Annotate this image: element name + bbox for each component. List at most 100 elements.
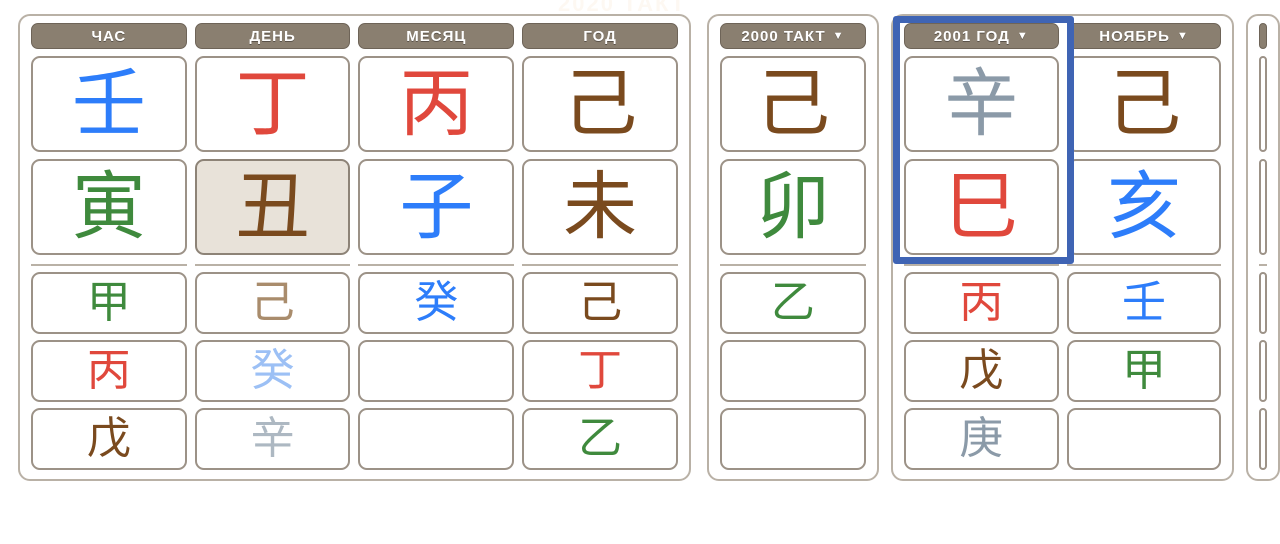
hidden-stem-cell[interactable] [358, 340, 515, 402]
heavenly-stem-glyph: 丙 [399, 61, 474, 147]
heavenly-stem-cell[interactable]: 己 [1066, 56, 1222, 152]
hidden-stem-glyph: 丙 [86, 345, 131, 396]
bazi-chart-stage: ЧАС 壬寅甲丙戊 ДЕНЬ 丁丑己癸辛 МЕСЯЦ 丙子癸 ГОД 己未己丁乙 2000 Т… [0, 0, 1280, 544]
section-divider [1259, 264, 1268, 266]
column-header-partial[interactable] [1259, 23, 1268, 49]
column-header-label: ДЕНЬ [249, 27, 296, 45]
hidden-stem-glyph: 戊 [86, 413, 131, 464]
earthly-branch-cell[interactable]: 未 [522, 159, 678, 255]
column-header-2000-такт[interactable]: 2000 ТАКТ ▼ [719, 23, 866, 49]
heavenly-stem-cell[interactable]: 丁 [194, 56, 351, 152]
hidden-stem-cell[interactable] [358, 408, 515, 470]
heavenly-stem-cell[interactable]: 壬 [31, 56, 187, 152]
column-header-label: ГОД [583, 27, 617, 45]
section-divider [522, 264, 678, 266]
hidden-stem-cell[interactable]: 辛 [194, 408, 351, 470]
heavenly-stem-cell[interactable]: 丙 [358, 56, 515, 152]
hidden-stem-cell[interactable]: 壬 [1066, 272, 1222, 334]
hidden-stem-cell-partial[interactable] [1259, 340, 1268, 402]
chevron-down-icon[interactable]: ▼ [1177, 30, 1189, 42]
hidden-stem-glyph: 壬 [1122, 277, 1167, 328]
column-header-label: 2000 ТАКТ [741, 27, 826, 45]
hidden-stem-cell[interactable] [719, 408, 866, 470]
hidden-stem-cell[interactable]: 戊 [31, 408, 187, 470]
hidden-stem-cell[interactable] [719, 340, 866, 402]
column-header-2001-год[interactable]: 2001 ГОД ▼ [903, 23, 1059, 49]
hidden-stem-glyph: 乙 [578, 413, 623, 464]
hidden-stem-cell[interactable]: 己 [194, 272, 351, 334]
pillar-column-2001-год: 2001 ГОД ▼ 辛巳丙戊庚 [900, 23, 1063, 470]
hidden-stem-glyph: 癸 [250, 345, 295, 396]
section-divider [1066, 264, 1222, 266]
hidden-stem-cell[interactable]: 丙 [903, 272, 1059, 334]
pillar-cell-partial[interactable] [1259, 56, 1268, 152]
earthly-branch-cell[interactable]: 亥 [1066, 159, 1222, 255]
earthly-branch-glyph: 卯 [755, 164, 830, 250]
pillar-column-2000-такт: 2000 ТАКТ ▼ 己卯乙 [716, 23, 870, 470]
earthly-branch-glyph: 未 [563, 164, 638, 250]
hidden-stem-glyph: 己 [578, 277, 623, 328]
hidden-stem-glyph: 甲 [1122, 345, 1167, 396]
hidden-stem-glyph: 癸 [414, 277, 459, 328]
earthly-branch-cell[interactable]: 子 [358, 159, 515, 255]
earthly-branch-glyph: 巳 [944, 164, 1019, 250]
hidden-stem-cell[interactable]: 己 [522, 272, 678, 334]
column-header-label: 2001 ГОД [933, 27, 1010, 45]
earthly-branch-cell[interactable]: 巳 [903, 159, 1059, 255]
hidden-stem-cell[interactable]: 庚 [903, 408, 1059, 470]
hidden-stem-cell[interactable]: 癸 [358, 272, 515, 334]
hidden-stem-glyph: 己 [250, 277, 295, 328]
earthly-branch-glyph: 丑 [235, 164, 310, 250]
column-header-ноябрь[interactable]: НОЯБРЬ ▼ [1066, 23, 1222, 49]
hidden-stem-cell[interactable]: 乙 [522, 408, 678, 470]
hidden-stem-cell[interactable]: 丙 [31, 340, 187, 402]
chevron-down-icon[interactable]: ▼ [1017, 30, 1029, 42]
earthly-branch-cell[interactable]: 寅 [31, 159, 187, 255]
earthly-branch-glyph: 子 [399, 164, 474, 250]
heavenly-stem-cell[interactable]: 己 [522, 56, 678, 152]
year-month-panel: 2001 ГОД ▼ 辛巳丙戊庚 НОЯБРЬ ▼ 己亥壬甲 [890, 14, 1235, 481]
section-divider [31, 264, 187, 266]
hidden-stem-cell[interactable] [1066, 408, 1222, 470]
hidden-stem-glyph: 庚 [959, 413, 1004, 464]
heavenly-stem-cell[interactable]: 辛 [903, 56, 1059, 152]
four-pillars-panel: ЧАС 壬寅甲丙戊 ДЕНЬ 丁丑己癸辛 МЕСЯЦ 丙子癸 ГОД 己未己丁乙 [18, 14, 691, 481]
hidden-stem-cell[interactable]: 戊 [903, 340, 1059, 402]
hidden-stem-glyph: 丁 [578, 345, 623, 396]
pillar-column-месяц: МЕСЯЦ 丙子癸 [354, 23, 518, 470]
chevron-down-icon[interactable]: ▼ [833, 30, 845, 42]
pillar-column-год: ГОД 己未己丁乙 [518, 23, 682, 470]
hidden-stem-cell-partial[interactable] [1259, 272, 1268, 334]
section-divider [903, 264, 1059, 266]
section-divider [194, 264, 351, 266]
hidden-stem-cell[interactable]: 癸 [194, 340, 351, 402]
next-panel-sliver [1246, 14, 1280, 481]
pillar-column-partial [1255, 23, 1271, 470]
hidden-stem-cell[interactable]: 甲 [31, 272, 187, 334]
pillar-cell-partial[interactable] [1259, 159, 1268, 255]
earthly-branch-cell[interactable]: 卯 [719, 159, 866, 255]
pillar-column-час: ЧАС 壬寅甲丙戊 [27, 23, 191, 470]
column-header-месяц: МЕСЯЦ [358, 23, 515, 49]
heavenly-stem-glyph: 壬 [71, 61, 146, 147]
earthly-branch-glyph: 寅 [71, 164, 146, 250]
heavenly-stem-glyph: 己 [1107, 61, 1182, 147]
hidden-stem-glyph: 乙 [770, 277, 815, 328]
earthly-branch-glyph: 亥 [1107, 164, 1182, 250]
column-header-label: НОЯБРЬ [1099, 27, 1170, 45]
hidden-stem-glyph: 丙 [959, 277, 1004, 328]
luck-cycle-panel: 2000 ТАКТ ▼ 己卯乙 [706, 14, 879, 481]
heavenly-stem-cell[interactable]: 己 [719, 56, 866, 152]
section-divider [719, 264, 866, 266]
hidden-stem-glyph: 甲 [86, 277, 131, 328]
heavenly-stem-glyph: 辛 [944, 61, 1019, 147]
hidden-stem-cell[interactable]: 丁 [522, 340, 678, 402]
hidden-stem-glyph: 戊 [959, 345, 1004, 396]
heavenly-stem-glyph: 丁 [235, 61, 310, 147]
pillar-column-ноябрь: НОЯБРЬ ▼ 己亥壬甲 [1063, 23, 1226, 470]
hidden-stem-cell-partial[interactable] [1259, 408, 1268, 470]
column-header-год: ГОД [522, 23, 678, 49]
hidden-stem-cell[interactable]: 乙 [719, 272, 866, 334]
hidden-stem-cell[interactable]: 甲 [1066, 340, 1222, 402]
earthly-branch-cell[interactable]: 丑 [194, 159, 351, 255]
